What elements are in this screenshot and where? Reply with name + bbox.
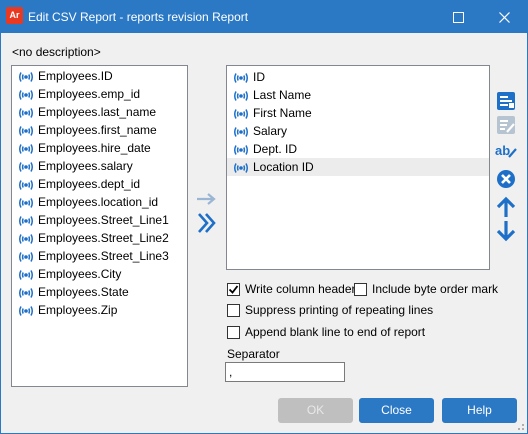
svg-text:ab: ab (495, 143, 510, 158)
report-column-item[interactable]: ID (227, 68, 489, 86)
report-column-label: First Name (253, 106, 312, 120)
rename-icon: ab (495, 143, 517, 158)
available-column-item[interactable]: Employees.Street_Line2 (12, 229, 187, 247)
available-column-item[interactable]: Employees.State (12, 283, 187, 301)
suppress-repeating-checkbox[interactable] (227, 304, 240, 318)
available-column-label: Employees.last_name (38, 105, 157, 119)
available-column-item[interactable]: Employees.City (12, 265, 187, 283)
add-column-button[interactable] (196, 193, 218, 208)
available-column-item[interactable]: Employees.hire_date (12, 139, 187, 157)
report-column-label: Salary (253, 124, 288, 138)
available-column-item[interactable]: Employees.emp_id (12, 85, 187, 103)
available-column-label: Employees.ID (38, 69, 113, 83)
app-icon: Ar (6, 7, 23, 24)
checkmark-icon (228, 285, 239, 295)
write-column-header-option[interactable]: Write column header (227, 282, 356, 298)
available-column-item[interactable]: Employees.dept_id (12, 175, 187, 193)
available-column-label: Employees.Zip (38, 303, 118, 317)
report-column-item[interactable]: Location ID (227, 158, 489, 176)
available-column-item[interactable]: Employees.Zip (12, 301, 187, 319)
close-button[interactable]: Close (359, 398, 434, 423)
append-blank-line-checkbox[interactable] (227, 326, 240, 340)
close-window-button[interactable] (481, 1, 527, 33)
include-bom-checkbox[interactable] (354, 283, 367, 297)
append-blank-line-label: Append blank line to end of report (245, 325, 426, 339)
dialog-window: Ar Edit CSV Report - reports revision Re… (0, 0, 528, 434)
available-column-label: Employees.State (38, 285, 129, 299)
ok-button[interactable]: OK (278, 398, 353, 423)
maximize-icon (452, 11, 464, 23)
write-column-header-checkbox[interactable] (227, 283, 240, 297)
available-column-label: Employees.Street_Line1 (38, 213, 169, 227)
available-column-label: Employees.first_name (38, 123, 157, 137)
double-chevron-right-icon (198, 213, 216, 233)
edit-properties-icon (497, 116, 515, 134)
help-button[interactable]: Help (442, 398, 517, 423)
remove-icon (497, 170, 515, 188)
window-title: Edit CSV Report - reports revision Repor… (28, 10, 249, 24)
available-column-item[interactable]: Employees.first_name (12, 121, 187, 139)
report-columns-list[interactable]: ID Last Name First Name Salary Dept. ID Locat… (226, 65, 490, 270)
add-all-columns-button[interactable] (197, 212, 217, 237)
write-column-header-label: Write column header (245, 282, 356, 296)
available-column-label: Employees.location_id (38, 195, 159, 209)
available-column-item[interactable]: Employees.salary (12, 157, 187, 175)
report-column-label: ID (253, 70, 265, 84)
available-column-label: Employees.Street_Line3 (38, 249, 169, 263)
report-column-item[interactable]: Salary (227, 122, 489, 140)
arrow-down-icon (496, 221, 516, 242)
edit-column-icon (497, 92, 515, 110)
remove-column-button[interactable] (495, 168, 517, 190)
available-column-label: Employees.dept_id (38, 177, 141, 191)
move-up-button[interactable] (495, 196, 517, 218)
available-column-label: Employees.emp_id (38, 87, 141, 101)
available-column-item[interactable]: Employees.last_name (12, 103, 187, 121)
available-column-label: Employees.salary (38, 159, 133, 173)
move-down-button[interactable] (495, 220, 517, 242)
separator-label: Separator (227, 347, 280, 361)
available-column-item[interactable]: Employees.Street_Line1 (12, 211, 187, 229)
edit-properties-button[interactable] (495, 114, 517, 136)
suppress-repeating-label: Suppress printing of repeating lines (245, 303, 434, 317)
report-column-item[interactable]: First Name (227, 104, 489, 122)
report-column-label: Dept. ID (253, 142, 298, 156)
available-column-item[interactable]: Employees.ID (12, 67, 187, 85)
report-column-label: Last Name (253, 88, 312, 102)
separator-input[interactable] (225, 362, 345, 382)
column-signal-icon (233, 161, 249, 179)
append-blank-line-option[interactable]: Append blank line to end of report (227, 325, 425, 341)
rename-column-button[interactable]: ab (495, 140, 517, 162)
report-column-item[interactable]: Last Name (227, 86, 489, 104)
available-column-item[interactable]: Employees.location_id (12, 193, 187, 211)
arrow-right-icon (197, 193, 216, 205)
column-signal-icon (18, 304, 34, 322)
report-column-item[interactable]: Dept. ID (227, 140, 489, 158)
available-column-label: Employees.Street_Line2 (38, 231, 169, 245)
report-column-label: Location ID (253, 160, 314, 174)
report-description: <no description> (12, 45, 101, 59)
close-icon (498, 11, 510, 23)
available-column-label: Employees.City (38, 267, 122, 281)
edit-column-button[interactable] (495, 90, 517, 112)
include-bom-label: Include byte order mark (372, 282, 499, 296)
maximize-button[interactable] (435, 1, 481, 33)
resize-grip-icon[interactable] (515, 421, 525, 431)
arrow-up-icon (496, 196, 516, 217)
available-column-item[interactable]: Employees.Street_Line3 (12, 247, 187, 265)
available-column-label: Employees.hire_date (38, 141, 151, 155)
available-columns-list[interactable]: Employees.ID Employees.emp_id Employees.la… (11, 65, 188, 387)
title-bar[interactable]: Ar Edit CSV Report - reports revision Re… (1, 1, 527, 33)
suppress-repeating-option[interactable]: Suppress printing of repeating lines (227, 303, 433, 319)
include-bom-option[interactable]: Include byte order mark (354, 282, 498, 298)
